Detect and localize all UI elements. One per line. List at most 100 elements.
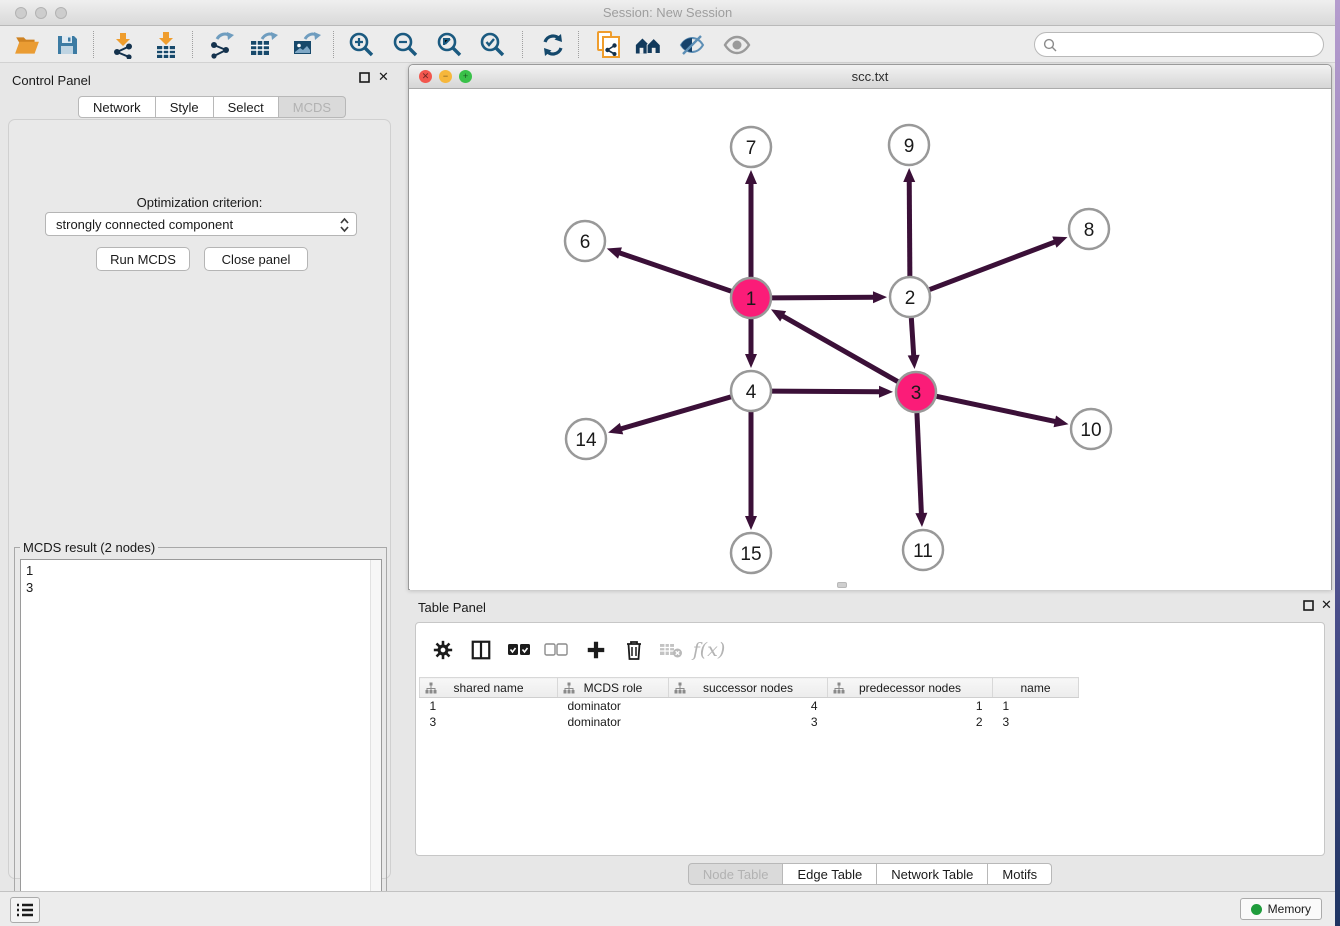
edge-3-1[interactable]: [781, 315, 897, 381]
edge-2-3[interactable]: [911, 318, 913, 357]
search-input[interactable]: [1061, 37, 1323, 52]
import-table-icon[interactable]: [151, 30, 181, 60]
edge-2-9[interactable]: [909, 180, 910, 276]
export-network-icon[interactable]: [206, 30, 236, 60]
node-label-2: 2: [905, 288, 916, 309]
tab-motifs[interactable]: Motifs: [988, 863, 1052, 885]
column-header-successor-nodes[interactable]: successor nodes: [669, 678, 828, 698]
node-label-9: 9: [904, 136, 915, 157]
float-panel-icon[interactable]: [358, 71, 371, 84]
close-panel-button[interactable]: Close panel: [204, 247, 308, 271]
close-table-panel-icon[interactable]: ✕: [1320, 598, 1333, 611]
network-window-title: scc.txt: [409, 69, 1331, 84]
eye-icon[interactable]: [722, 30, 752, 60]
column-header-MCDS-role[interactable]: MCDS role: [558, 678, 669, 698]
add-column-icon[interactable]: [581, 635, 611, 665]
cell-predecessor-nodes[interactable]: 1: [828, 698, 993, 714]
memory-label: Memory: [1268, 902, 1311, 916]
tab-style[interactable]: Style: [156, 96, 214, 118]
toolbar-separator: [578, 31, 579, 58]
select-all-icon[interactable]: [504, 635, 534, 665]
edge-arrowhead: [903, 168, 915, 182]
export-table-icon[interactable]: [248, 30, 278, 60]
import-network-icon[interactable]: [108, 30, 138, 60]
search-icon: [1043, 38, 1057, 52]
column-header-shared-name[interactable]: shared name: [420, 678, 558, 698]
memory-button[interactable]: Memory: [1240, 898, 1322, 920]
node-label-8: 8: [1084, 220, 1095, 241]
tab-node-table[interactable]: Node Table: [688, 863, 784, 885]
network-view-window: ✕ − + scc.txt 7968124314101511: [408, 64, 1332, 590]
mcds-tab-content: Optimization criterion: strongly connect…: [8, 119, 391, 879]
settings-gear-icon[interactable]: [428, 635, 458, 665]
zoom-selected-icon[interactable]: [478, 30, 508, 60]
criterion-select[interactable]: strongly connected component: [45, 212, 357, 236]
node-label-3: 3: [911, 383, 922, 404]
column-header-predecessor-nodes[interactable]: predecessor nodes: [828, 678, 993, 698]
edge-3-10[interactable]: [937, 396, 1057, 421]
delete-table-icon[interactable]: [656, 635, 686, 665]
cell-MCDS-role[interactable]: dominator: [558, 698, 669, 714]
edge-arrowhead: [915, 513, 927, 527]
mcds-result-group: MCDS result (2 nodes) 13: [14, 547, 387, 926]
mcds-result-text[interactable]: 13: [20, 559, 382, 920]
cell-shared-name[interactable]: 3: [420, 714, 558, 730]
eye-slash-icon[interactable]: [677, 30, 707, 60]
run-mcds-button[interactable]: Run MCDS: [96, 247, 190, 271]
tab-mcds[interactable]: MCDS: [279, 96, 346, 118]
search-field[interactable]: [1034, 32, 1324, 57]
toolbar-separator: [333, 31, 334, 58]
edge-3-11[interactable]: [917, 413, 922, 515]
tab-select[interactable]: Select: [214, 96, 279, 118]
network-canvas[interactable]: 7968124314101511: [410, 90, 1331, 590]
control-panel: Control Panel ✕ NetworkStyleSelectMCDS O…: [0, 63, 400, 891]
double-house-icon[interactable]: [634, 30, 664, 60]
refresh-icon[interactable]: [538, 30, 568, 60]
canvas-scroll-thumb[interactable]: [837, 582, 847, 588]
deselect-all-icon[interactable]: [541, 635, 571, 665]
float-table-panel-icon[interactable]: [1302, 599, 1315, 612]
cell-successor-nodes[interactable]: 3: [669, 714, 828, 730]
edge-4-14[interactable]: [620, 397, 731, 429]
export-image-icon[interactable]: [291, 30, 321, 60]
tab-network-table[interactable]: Network Table: [877, 863, 988, 885]
node-label-14: 14: [575, 430, 597, 451]
function-builder-icon[interactable]: f(x): [694, 635, 724, 665]
cell-shared-name[interactable]: 1: [420, 698, 558, 714]
document-share-icon[interactable]: [594, 30, 624, 60]
split-columns-icon[interactable]: [466, 635, 496, 665]
open-session-icon[interactable]: [12, 30, 42, 60]
result-scrollbar[interactable]: [370, 560, 381, 919]
edge-4-3[interactable]: [772, 391, 881, 392]
cell-predecessor-nodes[interactable]: 2: [828, 714, 993, 730]
table-panel: Table Panel ✕: [408, 595, 1332, 891]
save-session-icon[interactable]: [52, 30, 82, 60]
application-window: Session: New Session: [0, 0, 1335, 920]
delete-column-icon[interactable]: [619, 635, 649, 665]
edge-2-8[interactable]: [930, 241, 1057, 289]
control-panel-title: Control Panel: [12, 73, 91, 88]
zoom-in-icon[interactable]: [347, 30, 377, 60]
cell-successor-nodes[interactable]: 4: [669, 698, 828, 714]
edge-1-6[interactable]: [618, 252, 731, 291]
edge-arrowhead: [745, 354, 757, 368]
table-row[interactable]: 3dominator323: [420, 714, 1079, 730]
table-row[interactable]: 1dominator411: [420, 698, 1079, 714]
column-header-name[interactable]: name: [993, 678, 1079, 698]
close-panel-icon[interactable]: ✕: [377, 70, 390, 83]
criterion-selected-value: strongly connected component: [56, 217, 233, 232]
node-label-11: 11: [913, 541, 933, 562]
cell-MCDS-role[interactable]: dominator: [558, 714, 669, 730]
tab-edge-table[interactable]: Edge Table: [783, 863, 877, 885]
task-history-button[interactable]: [10, 897, 40, 923]
zoom-out-icon[interactable]: [391, 30, 421, 60]
tab-network[interactable]: Network: [78, 96, 156, 118]
cell-name[interactable]: 3: [993, 714, 1079, 730]
column-flow-icon: [563, 682, 575, 697]
result-line: 3: [26, 579, 381, 596]
cell-name[interactable]: 1: [993, 698, 1079, 714]
edge-1-2[interactable]: [772, 297, 875, 298]
zoom-fit-icon[interactable]: [435, 30, 465, 60]
network-window-title-bar[interactable]: ✕ − + scc.txt: [409, 65, 1331, 89]
column-header-label: predecessor nodes: [859, 681, 961, 695]
